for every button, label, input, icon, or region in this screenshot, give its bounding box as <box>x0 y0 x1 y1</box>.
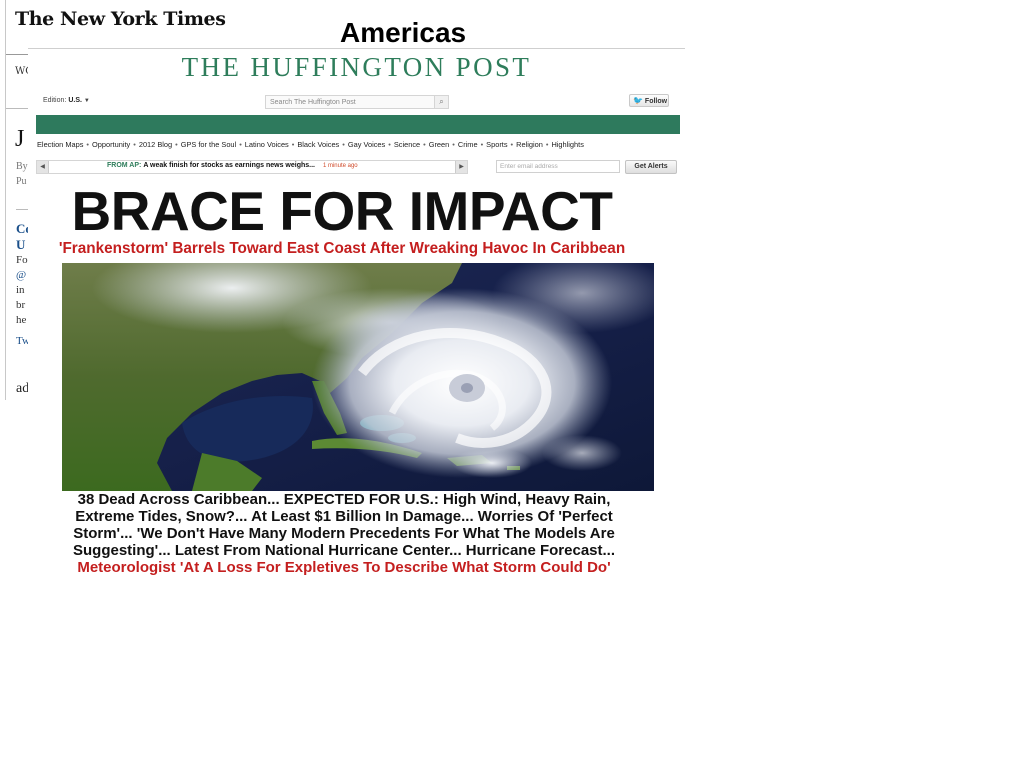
edition-selector[interactable]: Edition: U.S. ▼ <box>43 97 90 104</box>
nav-separator: • <box>86 140 90 149</box>
nav-item-religion[interactable]: Religion <box>516 140 543 149</box>
splash-summary-highlight[interactable]: Meteorologist 'At A Loss For Expletives … <box>34 559 654 576</box>
ticker-source: FROM AP: <box>107 162 142 169</box>
news-ticker: ◀ FROM AP: A weak finish for stocks as e… <box>36 160 468 174</box>
twitter-follow-button[interactable]: 🐦 Follow <box>629 94 669 107</box>
main-nav-bar <box>36 115 680 134</box>
nav-separator: • <box>388 140 391 149</box>
nav-separator: • <box>342 140 345 149</box>
edition-label: Edition: <box>43 97 67 104</box>
summary-line: 38 Dead Across Caribbean... EXPECTED FOR… <box>77 491 611 508</box>
nav-item-opportunity[interactable]: Opportunity <box>92 140 130 149</box>
nyt-logo[interactable]: The New York Times <box>15 8 226 30</box>
nav-item-highlights[interactable]: Highlights <box>551 140 583 149</box>
triangle-left-icon: ◀ <box>40 164 45 170</box>
triangle-right-icon: ▶ <box>459 164 464 170</box>
get-alerts-button[interactable]: Get Alerts <box>625 160 677 174</box>
nav-separator: • <box>291 140 295 149</box>
nav-separator: • <box>175 140 178 149</box>
hurricane-satellite-image[interactable] <box>62 263 654 491</box>
splash-headline[interactable]: BRACE FOR IMPACT <box>28 180 656 242</box>
follow-label: Follow <box>644 98 668 105</box>
ticker-headline: A weak finish for stocks as earnings new… <box>143 162 315 169</box>
nav-separator: • <box>510 140 514 149</box>
nyt-divider <box>6 108 30 109</box>
nav-item-sports[interactable]: Sports <box>486 140 507 149</box>
nav-separator: • <box>545 140 549 149</box>
email-field[interactable]: Enter email address <box>496 160 620 173</box>
edition-value: U.S. <box>68 97 82 104</box>
nav-item-gps-for-the-soul[interactable]: GPS for the Soul <box>181 140 236 149</box>
nav-item-black-voices[interactable]: Black Voices <box>297 140 339 149</box>
nav-item-election-maps[interactable]: Election Maps <box>37 140 83 149</box>
ticker-next-button[interactable]: ▶ <box>455 161 467 173</box>
summary-line: Suggesting'... Latest From National Hurr… <box>72 542 616 559</box>
splash-subhead[interactable]: 'Frankenstorm' Barrels Toward East Coast… <box>28 240 656 258</box>
nav-separator: • <box>480 140 484 149</box>
ticker-prev-button[interactable]: ◀ <box>37 161 49 173</box>
nav-item-crime[interactable]: Crime <box>458 140 478 149</box>
section-title: Americas <box>340 17 467 48</box>
section-nav: Election Maps • Opportunity • 2012 Blog • GPS … <box>37 140 584 149</box>
nyt-divider <box>6 54 30 55</box>
nav-item-gay-voices[interactable]: Gay Voices <box>348 140 385 149</box>
search-input[interactable]: Search The Huffington Post <box>265 95 435 109</box>
summary-line: Extreme Tides, Snow?... At Least $1 Bill… <box>75 508 613 525</box>
ticker-timestamp: 1 minute ago <box>322 163 358 169</box>
nav-item-latino-voices[interactable]: Latino Voices <box>245 140 289 149</box>
nav-separator: • <box>423 140 426 149</box>
search-button[interactable]: ⌕ <box>434 95 449 109</box>
nav-item-green[interactable]: Green <box>429 140 450 149</box>
twitter-bird-icon: 🐦 <box>633 96 643 105</box>
summary-line: Storm'... 'We Don't Have Many Modern Pre… <box>73 525 615 542</box>
nav-item-2012-blog[interactable]: 2012 Blog <box>139 140 172 149</box>
nav-separator: • <box>239 140 242 149</box>
chevron-down-icon: ▼ <box>83 98 90 104</box>
nav-item-science[interactable]: Science <box>394 140 420 149</box>
huffpost-logo[interactable]: THE HUFFINGTON POST <box>28 52 685 83</box>
huffpost-page: THE HUFFINGTON POST Edition: U.S. ▼ Sear… <box>28 48 685 581</box>
splash-summary[interactable]: 38 Dead Across Caribbean... EXPECTED FOR… <box>34 491 654 559</box>
ticker-item[interactable]: FROM AP: A weak finish for stocks as ear… <box>107 162 358 169</box>
nav-separator: • <box>133 140 136 149</box>
nav-separator: • <box>452 140 455 149</box>
search-icon: ⌕ <box>439 97 444 106</box>
